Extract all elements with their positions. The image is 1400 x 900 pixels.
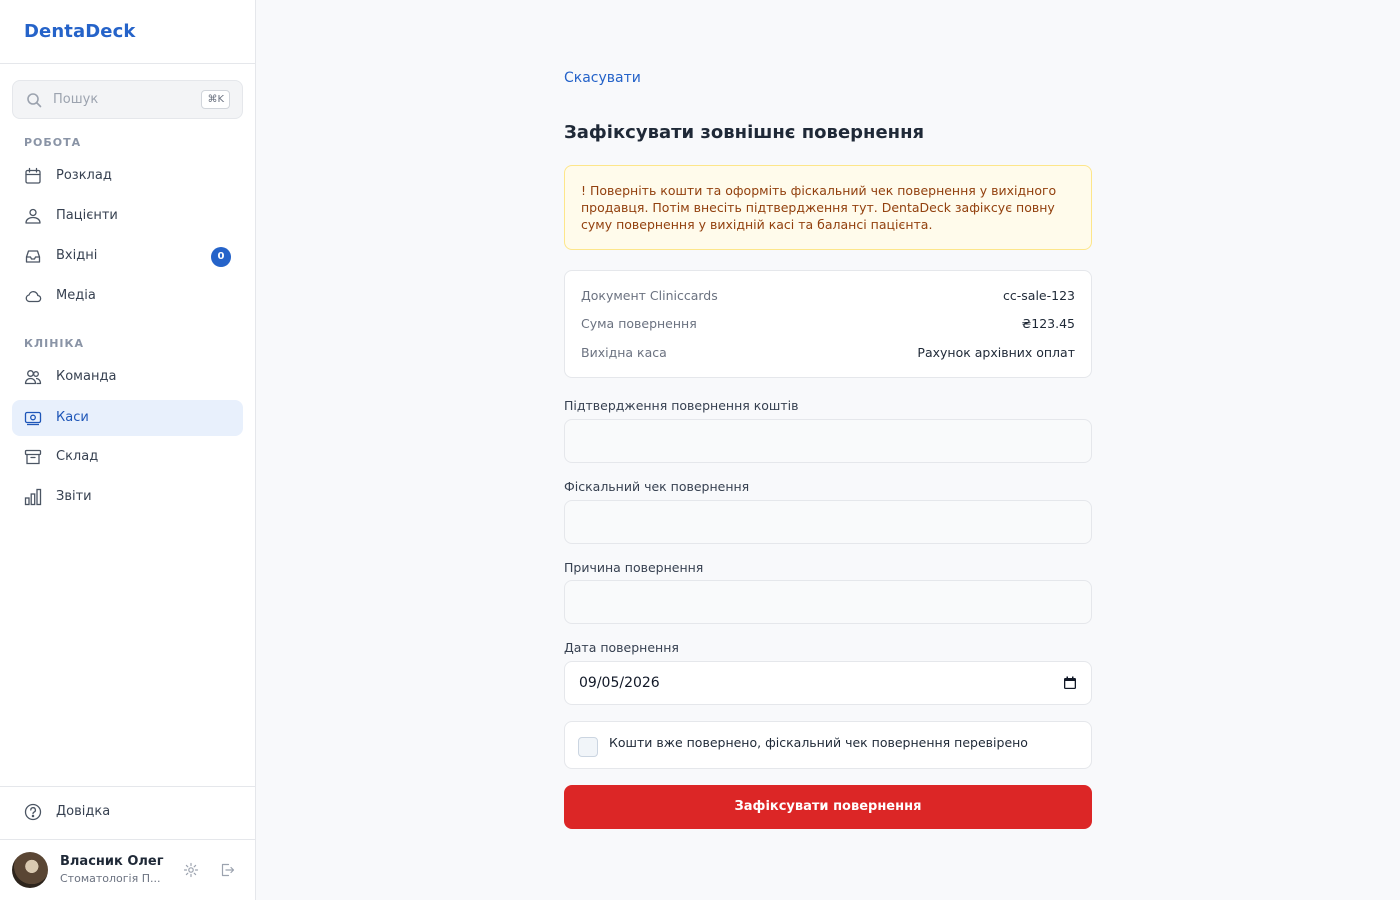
gear-icon[interactable]	[183, 862, 199, 878]
detail-row-amount: Сума повернення ₴123.45	[581, 316, 1075, 334]
refund-confirmation-input[interactable]	[564, 419, 1092, 463]
confirm-refund-box[interactable]: Кошти вже повернено, фіскальний чек пове…	[564, 721, 1092, 769]
detail-label: Вихідна каса	[581, 345, 667, 360]
brand-header: DentaDeck	[0, 0, 255, 64]
confirm-refund-checkbox[interactable]	[578, 737, 598, 757]
sidebar-item-help[interactable]: Довідка	[12, 794, 243, 830]
detail-row-document: Документ Cliniccards cc-sale-123	[581, 288, 1075, 306]
fiscal-receipt-input[interactable]	[564, 500, 1092, 544]
sidebar-item-label: Каси	[56, 410, 89, 425]
sidebar-item-warehouse[interactable]: Склад	[12, 439, 243, 475]
sidebar-item-patients[interactable]: Пацієнти	[12, 198, 243, 234]
detail-label: Документ Cliniccards	[581, 288, 718, 303]
sidebar: DentaDeck Пошук ⌘K РОБОТА Розклад Пацієн…	[0, 0, 256, 900]
sidebar-item-label: Команда	[56, 369, 117, 384]
search-icon	[27, 93, 42, 108]
warning-banner: ! Поверніть кошти та оформіть фіскальний…	[564, 165, 1092, 250]
calendar-icon	[25, 167, 41, 184]
avatar[interactable]	[12, 852, 48, 888]
sidebar-item-label: Розклад	[56, 168, 112, 183]
sidebar-item-inbox[interactable]: Вхідні 0	[12, 238, 243, 274]
user-profile: Власник Олег Стоматологія П...	[0, 840, 255, 900]
confirm-refund-label: Кошти вже повернено, фіскальний чек пове…	[609, 735, 1028, 750]
sidebar-item-label: Медіа	[56, 288, 96, 303]
submit-refund-button[interactable]: Зафіксувати повернення	[564, 785, 1092, 829]
sidebar-item-label: Вхідні	[56, 248, 98, 263]
page-title: Зафіксувати зовнішнє повернення	[564, 122, 925, 143]
refund-date-value: 09/05/2026	[579, 675, 660, 691]
sidebar-item-media[interactable]: Медіа	[12, 278, 243, 314]
help-icon	[24, 803, 42, 821]
search-shortcut: ⌘K	[201, 90, 230, 109]
fiscal-receipt-label: Фіскальний чек повернення	[564, 479, 750, 494]
archive-icon	[24, 449, 42, 465]
sidebar-item-label: Довідка	[56, 804, 111, 819]
sidebar-item-team[interactable]: Команда	[12, 359, 243, 395]
user-organization: Стоматологія П...	[60, 872, 161, 885]
patients-icon	[25, 208, 41, 224]
cloud-icon	[25, 291, 42, 303]
team-icon	[24, 370, 42, 385]
search-placeholder: Пошук	[53, 92, 99, 107]
inbox-count-badge: 0	[211, 247, 231, 267]
sidebar-item-schedule[interactable]: Розклад	[12, 158, 243, 194]
detail-value: cc-sale-123	[1003, 288, 1075, 303]
refund-date-label: Дата повернення	[564, 640, 679, 655]
refund-details-card: Документ Cliniccards cc-sale-123 Сума по…	[564, 270, 1092, 378]
refund-reason-label: Причина повернення	[564, 560, 704, 575]
refund-reason-input[interactable]	[564, 580, 1092, 624]
detail-label: Сума повернення	[581, 316, 697, 331]
sidebar-divider	[0, 786, 255, 787]
bar-chart-icon	[24, 488, 42, 506]
search-box[interactable]: Пошук ⌘K	[12, 80, 243, 119]
sidebar-item-label: Звіти	[56, 489, 92, 504]
refund-confirmation-label: Підтвердження повернення коштів	[564, 398, 799, 413]
user-name: Власник Олег	[60, 854, 164, 869]
logout-icon[interactable]	[219, 862, 235, 878]
cash-icon	[24, 411, 42, 426]
section-label-work: РОБОТА	[24, 136, 82, 149]
refund-date-input[interactable]: 09/05/2026	[564, 661, 1092, 705]
sidebar-item-cash[interactable]: Каси	[12, 400, 243, 436]
detail-row-cashbox: Вихідна каса Рахунок архівних оплат	[581, 345, 1075, 363]
section-label-clinic: КЛІНІКА	[24, 337, 85, 350]
inbox-icon	[25, 250, 41, 263]
cancel-link[interactable]: Скасувати	[564, 70, 641, 86]
sidebar-item-reports[interactable]: Звіти	[12, 479, 243, 515]
detail-value: ₴123.45	[1021, 316, 1075, 331]
brand-logo[interactable]: DentaDeck	[24, 21, 135, 42]
sidebar-item-label: Склад	[56, 449, 99, 464]
sidebar-item-label: Пацієнти	[56, 208, 118, 223]
detail-value: Рахунок архівних оплат	[917, 345, 1075, 360]
calendar-picker-icon[interactable]	[1063, 676, 1077, 690]
